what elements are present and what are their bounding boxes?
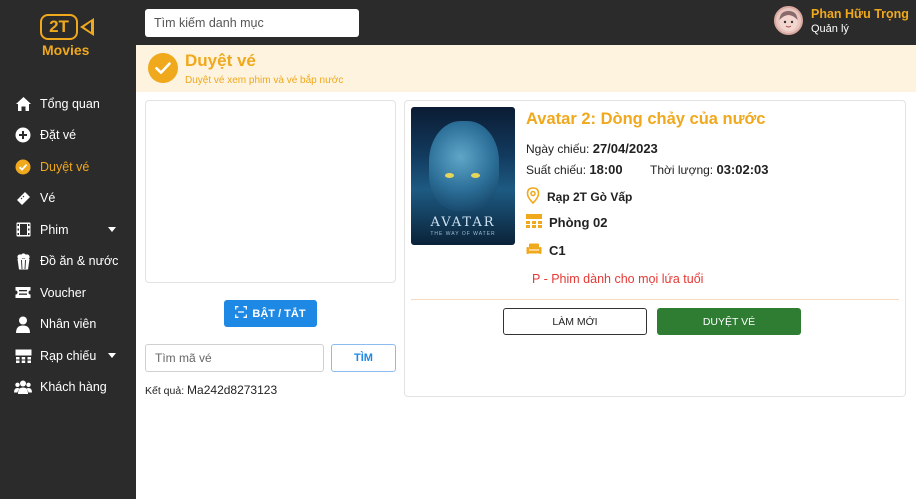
poster-eye [471,173,480,178]
qr-scanner-view[interactable] [145,100,396,283]
movie-poster: AVATAR THE WAY OF WATER [411,107,515,245]
sidebar-nav: Tổng quan Đặt vé Duyệt vé Vé Phim Đồ ăn … [0,88,136,403]
sidebar-item-label: Vé [40,191,56,206]
show-date-value: 27/04/2023 [592,141,658,156]
home-icon [14,95,32,113]
user-name: Phan Hữu Trọng [811,7,909,21]
check-circle-icon [14,158,32,176]
sidebar-item-label: Đặt vé [40,128,77,143]
sidebar-item-label: Voucher [40,285,86,300]
sidebar-item-label: Nhân viên [40,317,97,332]
seat-icon [526,243,542,258]
result-label: Kết quả: [145,385,185,397]
reset-button[interactable]: LÀM MỚI [503,308,647,335]
ticket-icon [14,189,32,207]
approve-ticket-button[interactable]: DUYỆT VÉ [657,308,801,335]
sidebar-item-tong-quan[interactable]: Tổng quan [0,88,136,120]
logo-mark: 2T [40,14,78,40]
scan-result: Kết quả: Ma242d8273123 [145,383,277,397]
avatar[interactable] [774,6,803,35]
sidebar-item-duyet-ve[interactable]: Duyệt vé [0,151,136,183]
room-info: Phòng 02 [526,214,608,231]
cinema-name: Rạp 2T Gò Vấp [547,190,633,204]
chevron-down-icon [108,353,116,358]
cinema-info: Rạp 2T Gò Vấp [526,187,632,207]
plus-circle-icon [14,126,32,144]
scanner-toggle-label: BẬT / TẮT [252,307,306,320]
seat-info: C1 [526,243,566,258]
users-icon [14,378,32,396]
sidebar-item-ve[interactable]: Vé [0,183,136,215]
screen-room-icon [526,214,542,231]
poster-title: AVATAR [430,215,496,230]
sidebar-item-phim[interactable]: Phim [0,214,136,246]
show-date-label: Ngày chiếu: [526,142,590,156]
ticket-code-input[interactable] [145,344,324,372]
poster-eye [445,173,454,178]
show-date: Ngày chiếu: 27/04/2023 [526,141,658,156]
divider [411,299,899,300]
sidebar-item-dat-ve[interactable]: Đặt vé [0,120,136,152]
duration-value: 03:02:03 [716,162,769,177]
category-search-input[interactable] [145,9,359,37]
location-pin-icon [526,187,540,207]
sidebar-item-label: Đồ ăn & nước [40,254,119,269]
logo-text: Movies [42,42,90,58]
check-circle-icon [148,53,178,83]
sidebar-item-label: Khách hàng [40,380,107,395]
page-title: Duyệt vé [185,51,256,70]
duration-label: Thời lượng: [650,163,714,177]
scan-icon [235,306,248,321]
chevron-down-icon [108,227,116,232]
poster-tagline: THE WAY OF WATER [430,231,496,237]
page-subtitle: Duyệt vé xem phim và vé bắp nước [185,75,344,86]
ticket-detail-card: AVATAR THE WAY OF WATER Avatar 2: Dòng c… [404,100,906,397]
sidebar-item-label: Rạp chiếu [40,348,97,363]
cinema-icon [14,347,32,365]
sidebar-item-nhan-vien[interactable]: Nhân viên [0,309,136,341]
show-time: Suất chiếu: 18:00 [526,162,623,177]
sidebar-item-rap-chieu[interactable]: Rạp chiếu [0,340,136,372]
find-ticket-button[interactable]: TÌM [331,344,396,372]
sidebar-item-do-an-nuoc[interactable]: Đồ ăn & nước [0,246,136,278]
popcorn-icon [14,252,32,270]
user-icon [14,315,32,333]
show-time-value: 18:00 [589,162,623,177]
user-role: Quản lý [811,23,849,35]
scanner-toggle-button[interactable]: BẬT / TẮT [224,300,317,327]
seat-code: C1 [549,243,566,258]
page-header: Duyệt vé Duyệt vé xem phim và vé bắp nướ… [136,45,916,92]
sidebar-item-label: Phim [40,222,69,237]
sidebar-item-label: Duyệt vé [40,159,90,174]
film-icon [14,221,32,239]
show-time-label: Suất chiếu: [526,163,587,177]
voucher-icon [14,284,32,302]
app-logo[interactable]: 2T Movies [38,12,100,58]
room-name: Phòng 02 [549,215,608,230]
sidebar-item-voucher[interactable]: Voucher [0,277,136,309]
age-rating: P - Phim dành cho mọi lứa tuổi [532,272,704,286]
poster-art [429,121,499,211]
result-value: Ma242d8273123 [187,383,278,397]
sidebar-item-khach-hang[interactable]: Khách hàng [0,372,136,404]
camera-icon [80,18,94,36]
top-bar: Phan Hữu Trọng Quản lý [136,0,916,45]
sidebar-item-label: Tổng quan [40,96,100,111]
sidebar: 2T Movies Tổng quan Đặt vé Duyệt vé Vé P… [0,0,136,499]
duration: Thời lượng: 03:02:03 [650,162,769,177]
movie-title: Avatar 2: Dòng chảy của nước [526,110,766,128]
